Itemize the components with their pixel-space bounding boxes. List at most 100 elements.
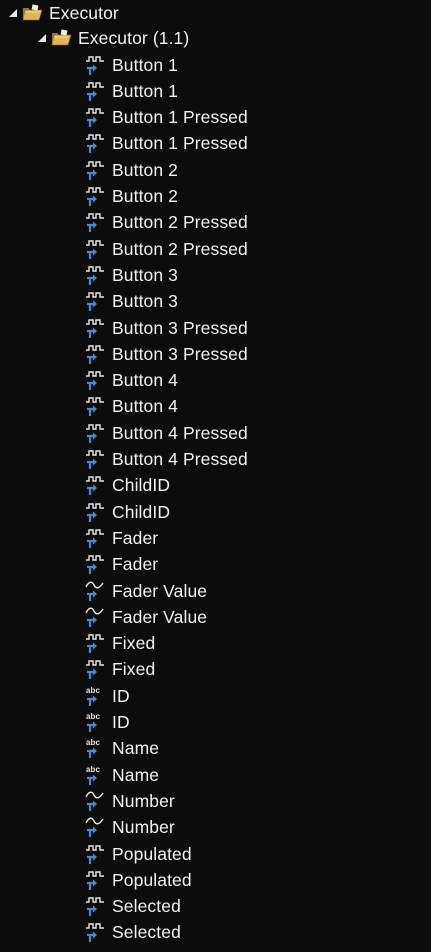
signal-row[interactable]: Fader Value	[84, 578, 207, 604]
signal-row[interactable]: Button 4	[84, 367, 178, 393]
signal-label: Fader	[112, 527, 159, 548]
boolean-icon	[84, 395, 108, 417]
boolean-icon	[84, 869, 108, 891]
signal-row[interactable]: abc ID	[84, 709, 130, 735]
boolean-icon	[84, 132, 108, 154]
boolean-icon	[84, 448, 108, 470]
signal-row[interactable]: abc Name	[84, 735, 159, 761]
signal-row[interactable]: Button 1 Pressed	[84, 130, 248, 156]
signal-row[interactable]: Button 4	[84, 393, 178, 419]
signal-row[interactable]: ChildID	[84, 472, 170, 498]
signal-label: Button 1	[112, 80, 178, 101]
boolean-icon	[84, 895, 108, 917]
signal-label: Selected	[112, 896, 181, 917]
svg-text:abc: abc	[86, 738, 101, 747]
boolean-icon	[84, 317, 108, 339]
boolean-icon	[84, 185, 108, 207]
signal-row[interactable]: Populated	[84, 867, 192, 893]
signal-label: Button 4 Pressed	[112, 422, 248, 443]
boolean-icon	[84, 343, 108, 365]
svg-text:abc: abc	[86, 712, 101, 721]
expand-toggle-icon[interactable]	[6, 6, 20, 20]
signal-label: Number	[112, 790, 175, 811]
boolean-icon	[84, 658, 108, 680]
signal-label: Populated	[112, 843, 192, 864]
analog-icon	[84, 606, 108, 628]
boolean-icon	[84, 632, 108, 654]
signal-label: Button 3 Pressed	[112, 317, 248, 338]
signal-label: Button 3	[112, 291, 178, 312]
signal-row[interactable]: Button 1	[84, 52, 178, 78]
tree-node-executor[interactable]: Executor	[6, 0, 119, 26]
signal-row[interactable]: Selected	[84, 893, 181, 919]
analog-icon	[84, 790, 108, 812]
boolean-icon	[84, 290, 108, 312]
expand-toggle-icon[interactable]	[35, 31, 49, 45]
boolean-icon	[84, 422, 108, 444]
signal-row[interactable]: Fixed	[84, 656, 155, 682]
signal-row[interactable]: Fader	[84, 551, 158, 577]
signal-label: Name	[112, 738, 160, 759]
signal-label: Button 1	[112, 54, 178, 75]
signal-label: Button 2 Pressed	[112, 212, 248, 233]
signal-row[interactable]: Button 3 Pressed	[84, 315, 248, 341]
boolean-icon	[84, 553, 108, 575]
tree-view[interactable]: Executor Executor (1.1) Button 1 Button 1…	[0, 0, 431, 952]
signal-label: ID	[112, 685, 130, 706]
signal-label: Button 3 Pressed	[112, 343, 248, 364]
signal-row[interactable]: Fixed	[84, 630, 155, 656]
signal-label: Fader	[112, 554, 159, 575]
signal-row[interactable]: Fader Value	[84, 604, 207, 630]
signal-row[interactable]: Button 4 Pressed	[84, 446, 248, 472]
signal-label: Fixed	[112, 659, 156, 680]
signal-row[interactable]: Number	[84, 788, 175, 814]
signal-label: Name	[112, 764, 160, 785]
string-icon: abc	[84, 711, 108, 733]
signal-row[interactable]: abc ID	[84, 683, 130, 709]
signal-row[interactable]: Number	[84, 814, 175, 840]
boolean-icon	[84, 159, 108, 181]
tree-node-label: Executor	[49, 3, 119, 23]
boolean-icon	[84, 264, 108, 286]
signal-label: Button 4	[112, 396, 178, 417]
signal-label: Button 4	[112, 370, 178, 391]
signal-row[interactable]: Button 3	[84, 288, 178, 314]
signal-row[interactable]: Selected	[84, 919, 181, 945]
signal-row[interactable]: abc Name	[84, 762, 159, 788]
signal-row[interactable]: Button 2	[84, 157, 178, 183]
boolean-icon	[84, 80, 108, 102]
folder-open-icon	[22, 4, 44, 22]
analog-icon	[84, 580, 108, 602]
svg-text:abc: abc	[86, 765, 101, 774]
boolean-icon	[84, 843, 108, 865]
signal-label: Button 2	[112, 159, 178, 180]
signal-label: Button 2	[112, 186, 178, 206]
signal-label: Number	[112, 817, 175, 838]
signal-row[interactable]: ChildID	[84, 499, 170, 525]
signal-row[interactable]: Button 4 Pressed	[84, 420, 248, 446]
signal-row[interactable]: Button 2 Pressed	[84, 236, 248, 262]
signal-label: Selected	[112, 922, 181, 943]
signal-label: ChildID	[112, 475, 171, 496]
tree-node-label: Executor (1.1)	[78, 28, 190, 48]
signal-row[interactable]: Button 3 Pressed	[84, 341, 248, 367]
signal-label: ID	[112, 712, 130, 732]
signal-label: Fader Value	[112, 580, 208, 601]
signal-row[interactable]: Button 1	[84, 78, 178, 104]
boolean-icon	[84, 106, 108, 128]
signal-label: Button 1 Pressed	[112, 133, 248, 154]
signal-row[interactable]: Populated	[84, 841, 192, 867]
signal-label: Fader Value	[112, 606, 208, 627]
boolean-icon	[84, 527, 108, 549]
boolean-icon	[84, 54, 108, 76]
signal-label: Populated	[112, 869, 192, 890]
signal-row[interactable]: Fader	[84, 525, 158, 551]
signal-label: Button 1 Pressed	[112, 107, 248, 128]
signal-row[interactable]: Button 1 Pressed	[84, 104, 248, 130]
tree-node-executor-1-1[interactable]: Executor (1.1)	[35, 25, 189, 51]
svg-text:abc: abc	[86, 686, 101, 695]
signal-row[interactable]: Button 2	[84, 183, 178, 209]
signal-row[interactable]: Button 3	[84, 262, 178, 288]
signal-label: Fixed	[112, 633, 156, 654]
signal-row[interactable]: Button 2 Pressed	[84, 209, 248, 235]
